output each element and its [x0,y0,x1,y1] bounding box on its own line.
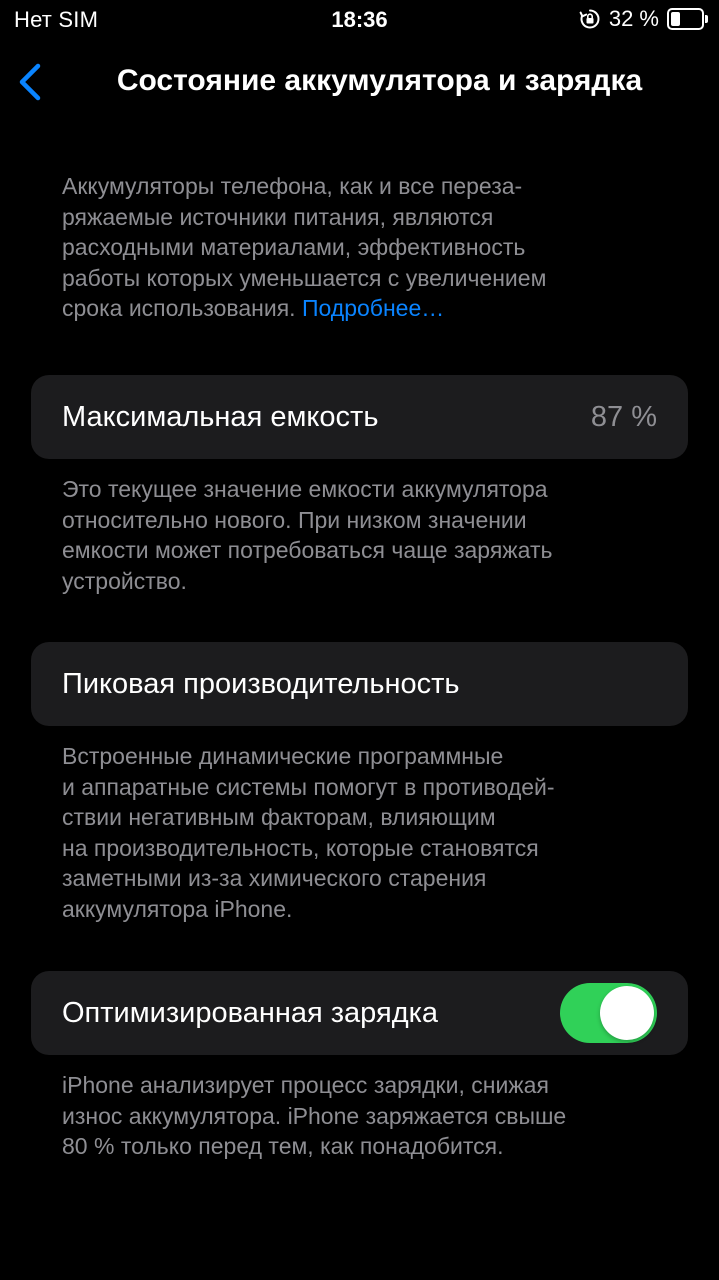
page-title: Состояние аккумулятора и зарядка [116,64,643,97]
status-bar: Нет SIM 18:36 32 % [0,0,719,40]
footer-line: 80 % только перед тем, как понадобится. [62,1133,504,1160]
intro-line: расходными материалами, эффективность [62,234,526,261]
peak-performance-cell: Пиковая производительность [31,642,688,726]
battery-percent: 32 % [608,6,659,31]
footer-line: заметными из-за химического старения [62,865,487,892]
footer-line: на производительность, которые становятс… [62,834,539,861]
intro-line: работы которых уменьшается с увеличением [62,264,547,291]
footer-line: устройство. [62,567,187,594]
footer-line: аккумулятора iPhone. [62,895,293,922]
footer-line: iPhone анализирует процесс зарядки, сниж… [62,1072,549,1098]
intro-description: Аккумуляторы телефона, как и все переза-… [62,171,662,324]
footer-line: ствии негативным факторам, влияющим [62,804,496,831]
lock-rotation-icon [579,8,601,30]
intro-line: Аккумуляторы телефона, как и все переза- [62,173,523,199]
max-capacity-value: 87 % [590,401,657,433]
intro-last-line: срока использования. Подробнее… [62,293,662,324]
footer-line: и аппаратные системы помогут в противоде… [62,773,555,800]
footer-line: емкости может потребоваться чаще заряжат… [62,537,553,564]
footer-line: Встроенные динамические программные [62,743,504,769]
toggle-knob [600,986,654,1040]
peak-performance-label: Пиковая производительность [62,668,460,700]
intro-line: ряжаемые источники питания, являются [62,203,494,230]
optimized-charging-toggle[interactable] [560,983,657,1043]
max-capacity-footer: Это текущее значение емкости аккумулятор… [62,474,662,596]
max-capacity-cell: Максимальная емкость 87 % [31,375,688,459]
status-right-group: 32 % [579,6,708,32]
footer-line: износ аккумулятора. iPhone заряжается св… [62,1102,567,1129]
peak-performance-footer: Встроенные динамические программные и ап… [62,741,662,925]
battery-icon [667,8,708,30]
battery-level-fill [671,12,680,26]
optimized-charging-label: Оптимизированная зарядка [62,997,439,1029]
optimized-charging-cell: Оптимизированная зарядка [31,971,688,1055]
optimized-charging-footer: iPhone анализирует процесс зарядки, сниж… [62,1070,662,1162]
navigation-bar: Состояние аккумулятора и зарядка [0,52,719,112]
footer-line: Это текущее значение емкости аккумулятор… [62,476,548,502]
footer-line: относительно нового. При низком значении [62,506,527,533]
max-capacity-label: Максимальная емкость [62,401,379,433]
learn-more-link[interactable]: Подробнее… [302,295,444,321]
intro-line: срока использования. [62,295,296,322]
